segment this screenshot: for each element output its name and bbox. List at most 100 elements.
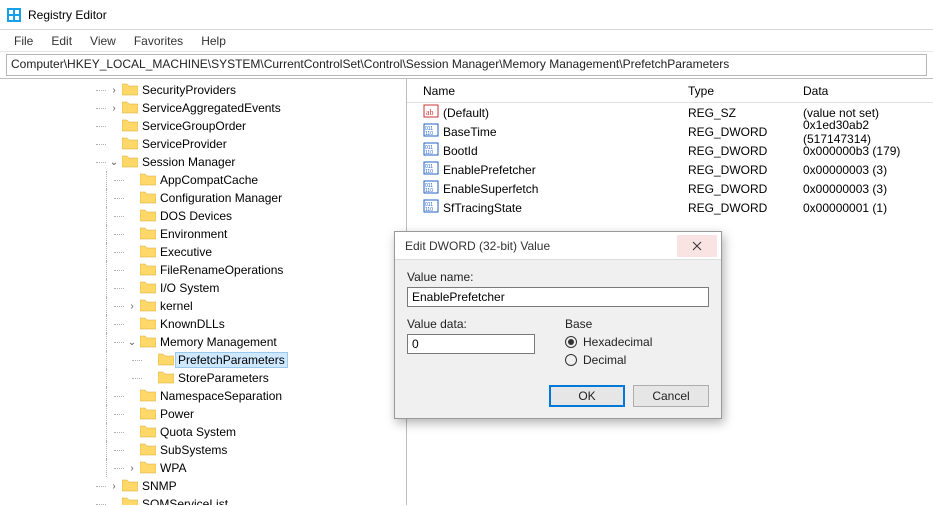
tree-node[interactable]: Configuration Manager [100, 189, 406, 207]
tree-label: Power [158, 407, 196, 421]
ok-button[interactable]: OK [549, 385, 625, 407]
value-name: BaseTime [443, 125, 497, 139]
tree-label: DOS Devices [158, 209, 234, 223]
folder-icon [158, 370, 174, 387]
tree-node[interactable]: Environment [100, 225, 406, 243]
tree-node[interactable]: StoreParameters [100, 369, 406, 387]
tree-node[interactable]: Power [100, 405, 406, 423]
chevron-right-icon[interactable]: › [108, 103, 120, 114]
value-data: 0x00000003 (3) [803, 182, 933, 196]
menu-help[interactable]: Help [201, 34, 226, 48]
value-type: REG_DWORD [688, 201, 803, 215]
registry-tree[interactable]: ›SecurityProviders›ServiceAggregatedEven… [0, 79, 407, 505]
dialog-titlebar[interactable]: Edit DWORD (32-bit) Value [395, 232, 721, 260]
chevron-right-icon[interactable]: › [108, 481, 120, 492]
tree-node[interactable]: ›SNMP [100, 477, 406, 495]
value-name: EnablePrefetcher [443, 163, 536, 177]
tree-node[interactable]: ›WPA [100, 459, 406, 477]
cancel-button[interactable]: Cancel [633, 385, 709, 407]
tree-label: Session Manager [140, 155, 237, 169]
value-name: (Default) [443, 106, 489, 120]
folder-icon [122, 496, 138, 506]
chevron-right-icon[interactable]: › [126, 301, 138, 312]
folder-icon [140, 406, 156, 423]
folder-icon [122, 154, 138, 171]
tree-node[interactable]: NamespaceSeparation [100, 387, 406, 405]
tree-node[interactable]: › kernel [100, 297, 406, 315]
chevron-right-icon[interactable]: › [108, 85, 120, 96]
value-type: REG_DWORD [688, 125, 803, 139]
tree-node[interactable]: KnownDLLs [100, 315, 406, 333]
value-data: 0x000000b3 (179) [803, 144, 933, 158]
value-type: REG_SZ [688, 106, 803, 120]
value-name: BootId [443, 144, 478, 158]
col-data-header[interactable]: Data [803, 84, 933, 98]
tree-label: FileRenameOperations [158, 263, 285, 277]
folder-icon [140, 244, 156, 261]
chevron-down-icon[interactable]: ⌄ [108, 157, 120, 168]
tree-node[interactable]: AppCompatCache [100, 171, 406, 189]
folder-icon [140, 298, 156, 315]
value-type: REG_DWORD [688, 182, 803, 196]
edit-dword-dialog: Edit DWORD (32-bit) Value Value name: Va… [394, 231, 722, 419]
tree-node[interactable]: Executive [100, 243, 406, 261]
folder-icon [140, 316, 156, 333]
svg-text:110: 110 [425, 207, 433, 213]
tree-node[interactable]: Quota System [100, 423, 406, 441]
radio-dec-label: Decimal [583, 353, 626, 367]
value-name: EnableSuperfetch [443, 182, 538, 196]
svg-text:ab: ab [426, 108, 434, 117]
tree-label: PrefetchParameters [176, 353, 287, 367]
folder-icon [140, 460, 156, 477]
tree-label: NamespaceSeparation [158, 389, 284, 403]
tree-node[interactable]: FileRenameOperations [100, 261, 406, 279]
folder-icon [140, 190, 156, 207]
radio-decimal[interactable]: Decimal [565, 353, 652, 367]
tree-node[interactable]: DOS Devices [100, 207, 406, 225]
svg-text:110: 110 [425, 150, 433, 156]
string-value-icon: ab [423, 103, 439, 122]
tree-node[interactable]: ServiceProvider [100, 135, 406, 153]
tree-label: SubSystems [158, 443, 229, 457]
menu-edit[interactable]: Edit [51, 34, 72, 48]
value-row[interactable]: 011110SfTracingStateREG_DWORD0x00000001 … [407, 198, 933, 217]
folder-icon [122, 136, 138, 153]
value-row[interactable]: 011110BaseTimeREG_DWORD0x1ed30ab2 (51714… [407, 122, 933, 141]
tree-label: kernel [158, 299, 195, 313]
value-row[interactable]: 011110EnableSuperfetchREG_DWORD0x0000000… [407, 179, 933, 198]
tree-label: KnownDLLs [158, 317, 227, 331]
menu-favorites[interactable]: Favorites [134, 34, 183, 48]
value-data-input[interactable] [407, 334, 535, 354]
tree-node[interactable]: ServiceGroupOrder [100, 117, 406, 135]
cancel-label: Cancel [652, 389, 689, 403]
folder-icon [140, 388, 156, 405]
value-name-input[interactable] [407, 287, 709, 307]
dword-value-icon: 011110 [423, 122, 439, 141]
chevron-right-icon[interactable]: › [126, 463, 138, 474]
col-type-header[interactable]: Type [688, 84, 803, 98]
tree-node[interactable]: PrefetchParameters [100, 351, 406, 369]
tree-node[interactable]: ›ServiceAggregatedEvents [100, 99, 406, 117]
chevron-down-icon[interactable]: ⌄ [126, 337, 138, 348]
value-data: 0x00000001 (1) [803, 201, 933, 215]
tree-label: Environment [158, 227, 229, 241]
list-header: Name Type Data [407, 79, 933, 103]
folder-icon [122, 118, 138, 135]
tree-node[interactable]: SQMServiceList [100, 495, 406, 505]
folder-icon [140, 208, 156, 225]
tree-node[interactable]: I/O System [100, 279, 406, 297]
col-name-header[interactable]: Name [423, 84, 688, 98]
value-row[interactable]: 011110EnablePrefetcherREG_DWORD0x0000000… [407, 160, 933, 179]
address-bar[interactable]: Computer\HKEY_LOCAL_MACHINE\SYSTEM\Curre… [6, 54, 927, 76]
radio-hexadecimal[interactable]: Hexadecimal [565, 335, 652, 349]
tree-node[interactable]: ⌄Memory Management [100, 333, 406, 351]
tree-node[interactable]: ›SecurityProviders [100, 81, 406, 99]
value-row[interactable]: 011110BootIdREG_DWORD0x000000b3 (179) [407, 141, 933, 160]
menu-file[interactable]: File [14, 34, 33, 48]
dialog-close-button[interactable] [677, 235, 717, 257]
menu-view[interactable]: View [90, 34, 116, 48]
tree-node[interactable]: SubSystems [100, 441, 406, 459]
tree-node[interactable]: ⌄ Session Manager [100, 153, 406, 171]
dword-value-icon: 011110 [423, 198, 439, 217]
menu-bar: File Edit View Favorites Help [0, 30, 933, 52]
